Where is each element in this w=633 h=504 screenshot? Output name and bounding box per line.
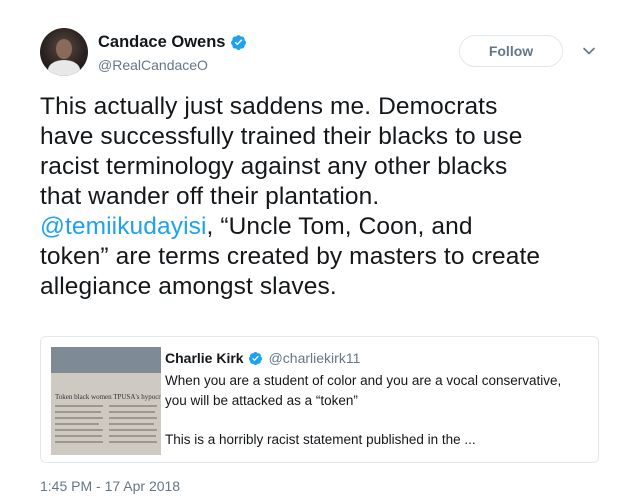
tweet-text-line: @temiikudayisi, “Uncle Tom, Coon, and [40, 213, 473, 240]
tweet-text: This actually just saddens me. Democrats… [40, 92, 610, 302]
tweet-text-line: token” are terms created by masters to c… [40, 243, 541, 270]
thumbnail-text-line [55, 435, 102, 437]
quoted-author-name[interactable]: Charlie Kirk [165, 350, 244, 366]
tweet-text-line: have successfully trained their blacks t… [40, 123, 523, 150]
author-handle[interactable]: @RealCandaceO [98, 57, 208, 73]
author-name-row[interactable]: Candace Owens [98, 33, 247, 52]
quoted-author-row[interactable]: Charlie Kirk @charliekirk11 [165, 350, 360, 366]
tweet-text-line: racist terminology against any other bla… [40, 153, 508, 180]
thumbnail-headline: Token black women TPUSA's hypocrisy [55, 393, 161, 401]
avatar-face [56, 39, 72, 59]
thumbnail-text-line [109, 423, 154, 425]
thumbnail-text-line [55, 429, 103, 431]
avatar-shirt [48, 60, 80, 76]
thumbnail-text-line [109, 417, 157, 419]
thumbnail-header-band [51, 347, 161, 373]
thumbnail-text-line [109, 411, 155, 413]
quoted-tweet-text-line: you will be attacked as a “token” [165, 393, 358, 408]
mention-link[interactable]: @temiikudayisi [40, 213, 207, 240]
verified-badge-icon [231, 35, 247, 50]
author-name[interactable]: Candace Owens [98, 33, 225, 52]
thumbnail-text-line [55, 441, 103, 443]
thumbnail-text-line [55, 411, 101, 413]
thumbnail-text-line [109, 429, 157, 431]
quoted-tweet-text-line: This is a horribly racist statement publ… [165, 432, 476, 447]
author-avatar[interactable] [40, 28, 88, 76]
thumbnail-text-line [109, 435, 156, 437]
verified-badge-icon [248, 351, 262, 365]
thumbnail-text-line [109, 405, 157, 407]
tweet-text-line: This actually just saddens me. Democrats [40, 93, 498, 120]
tweet-timestamp[interactable]: 1:45 PM - 17 Apr 2018 [40, 478, 180, 494]
quoted-tweet-thumbnail[interactable]: Token black women TPUSA's hypocrisy [51, 347, 161, 455]
quoted-author-handle[interactable]: @charliekirk11 [269, 350, 361, 366]
thumbnail-text-line [109, 441, 157, 443]
chevron-down-icon[interactable] [582, 44, 596, 58]
thumbnail-text-line [55, 417, 103, 419]
thumbnail-text-line [55, 405, 103, 407]
tweet-text-line: that wander off their plantation. [40, 183, 380, 210]
thumbnail-text-line [55, 423, 99, 425]
tweet-text-line: allegiance amongst slaves. [40, 273, 337, 300]
follow-button[interactable]: Follow [459, 35, 563, 67]
quoted-tweet-text-line: When you are a student of color and you … [165, 373, 562, 388]
